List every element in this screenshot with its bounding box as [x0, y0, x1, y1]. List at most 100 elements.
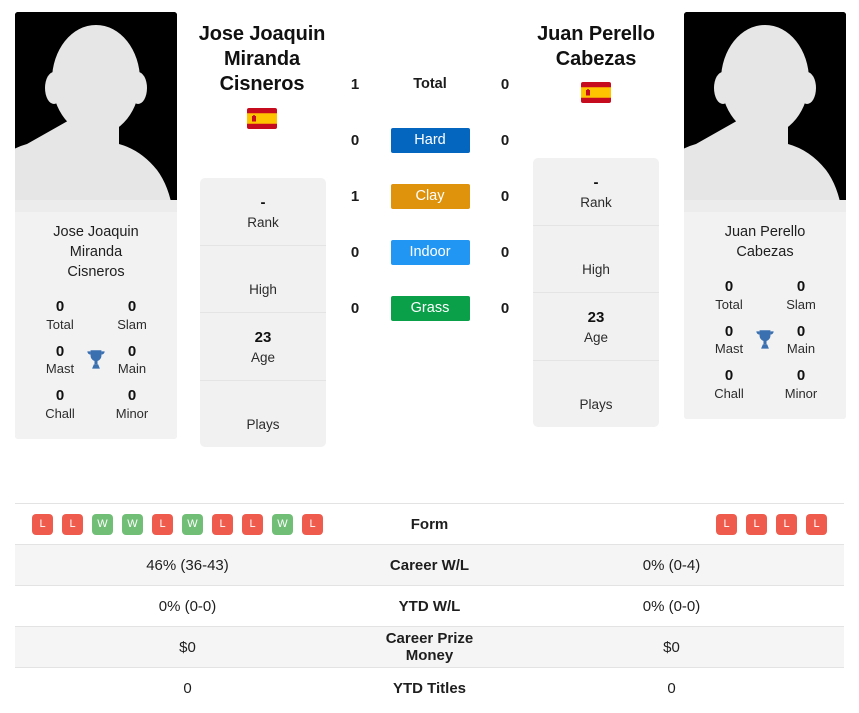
stat-label: Form — [410, 515, 449, 533]
titles-chall-right: 0 Chall — [700, 367, 758, 403]
info-rank-label: Rank — [580, 194, 612, 210]
titles-minor-right: 0 Minor — [772, 367, 830, 403]
info-age-label: Age — [250, 349, 276, 365]
form-badge-loss[interactable]: L — [776, 513, 797, 535]
info-age-left: 23 Age — [200, 313, 326, 382]
player-name-block-right: Juan Perello Cabezas — [522, 22, 670, 104]
titles-row: 0 Total 0 Slam — [21, 298, 171, 334]
info-high-value — [537, 240, 655, 261]
titles-minor-value: 0 — [796, 367, 806, 385]
titles-mast-label: Mast — [45, 361, 75, 377]
stat-value-left: $0 — [179, 638, 196, 656]
player-photo-left — [15, 12, 177, 212]
h2h-right-count: 0 — [500, 187, 510, 205]
info-high-value — [204, 260, 322, 281]
form-strip-left: LLWWLWLLWL — [15, 513, 360, 535]
titles-main-label: Main — [786, 341, 816, 357]
h2h-row-total: 1 Total 0 — [340, 56, 520, 112]
player-comparison-page: Jose Joaquin Miranda Cisneros 0 Total 0 … — [0, 0, 859, 713]
table-row: 0 YTD Titles 0 — [15, 667, 844, 709]
stat-label: Career Prize Money — [385, 630, 474, 664]
h2h-surface-label-indoor[interactable]: Indoor — [390, 239, 470, 265]
form-badge-loss[interactable]: L — [242, 513, 263, 535]
h2h-left-count: 0 — [350, 243, 360, 261]
head-to-head-surfaces: 1 Total 0 0 Hard 0 1 Clay 0 0 Indoor 0 0 Grass 0 — [340, 56, 520, 336]
info-high-label: High — [582, 261, 610, 277]
info-high-label: High — [249, 281, 277, 297]
info-rank-right: - Rank — [533, 158, 659, 226]
h2h-row-hard: 0 Hard 0 — [340, 112, 520, 168]
photo-name-line-3: Cisneros — [67, 264, 125, 280]
player-stats-table: L L W W L W L L W L Form L L L L 46% (36-43) Career W/L 0… — [15, 503, 844, 709]
player-title-line-1: Juan Perello — [537, 23, 655, 45]
comparison-header: Jose Joaquin Miranda Cisneros 0 Total 0 … — [0, 0, 859, 496]
player-card-left[interactable]: Jose Joaquin Miranda Cisneros 0 Total 0 … — [15, 12, 177, 439]
titles-row: 0 Chall 0 Minor — [21, 387, 171, 423]
titles-mast-left: 0 Mast — [31, 343, 89, 379]
form-badge-loss[interactable]: L — [62, 513, 83, 535]
player-title-line-2: Miranda — [224, 48, 300, 71]
titles-main-right: 0 Main — [772, 323, 830, 359]
form-badge-loss[interactable]: L — [302, 513, 323, 535]
titles-chall-left: 0 Chall — [31, 387, 89, 423]
titles-total-left: 0 Total — [31, 298, 89, 334]
form-badge-win[interactable]: W — [272, 513, 293, 535]
form-badge-loss[interactable]: L — [152, 513, 173, 535]
h2h-surface-label-grass[interactable]: Grass — [390, 295, 470, 321]
h2h-row-grass: 0 Grass 0 — [340, 280, 520, 336]
info-high-left: High — [200, 246, 326, 314]
titles-minor-value: 0 — [127, 387, 137, 405]
titles-chall-label: Chall — [45, 406, 75, 422]
form-badge-loss[interactable]: L — [32, 513, 53, 535]
form-badge-win[interactable]: W — [182, 513, 203, 535]
player-photo-right — [684, 12, 846, 212]
table-row: $0 Career Prize Money $0 — [15, 626, 844, 668]
form-badge-loss[interactable]: L — [716, 513, 737, 535]
h2h-row-clay: 1 Clay 0 — [340, 168, 520, 224]
form-badge-loss[interactable]: L — [212, 513, 233, 535]
info-plays-value — [204, 395, 322, 416]
stat-value-left: 0% (0-0) — [158, 597, 217, 615]
photo-name-line-2: Miranda — [69, 244, 123, 260]
h2h-surface-label-clay[interactable]: Clay — [390, 183, 470, 209]
titles-slam-left: 0 Slam — [103, 298, 161, 334]
player-info-card-right: - Rank High 23 Age Plays — [533, 158, 659, 428]
titles-minor-left: 0 Minor — [103, 387, 161, 423]
spain-flag-icon — [581, 82, 611, 104]
info-plays-right: Plays — [533, 361, 659, 427]
form-badge-win[interactable]: W — [122, 513, 143, 535]
player-card-right[interactable]: Juan Perello Cabezas 0 Total 0 Slam 0 Ma… — [684, 12, 846, 419]
table-row: 46% (36-43) Career W/L 0% (0-4) — [15, 544, 844, 586]
titles-chall-value: 0 — [724, 367, 734, 385]
titles-mast-right: 0 Mast — [700, 323, 758, 359]
info-plays-value — [537, 375, 655, 396]
form-badge-win[interactable]: W — [92, 513, 113, 535]
stat-value-left: 46% (36-43) — [146, 556, 229, 574]
titles-main-label: Main — [117, 361, 147, 377]
h2h-surface-label-hard[interactable]: Hard — [390, 127, 470, 153]
trophy-icon — [87, 350, 105, 370]
form-badge-loss[interactable]: L — [746, 513, 767, 535]
info-age-value: 23 — [254, 329, 272, 347]
form-badge-loss[interactable]: L — [806, 513, 827, 535]
player-photo-name-left: Jose Joaquin Miranda Cisneros — [15, 212, 177, 294]
stat-label: YTD Titles — [392, 679, 467, 697]
titles-minor-label: Minor — [115, 406, 149, 422]
titles-mast-value: 0 — [55, 342, 65, 360]
titles-total-label: Total — [46, 316, 74, 332]
titles-total-value: 0 — [724, 278, 734, 295]
player-title-line-1: Jose Joaquin — [198, 23, 326, 45]
info-plays-left: Plays — [200, 381, 326, 447]
titles-row: 0 Mast 0 Main — [21, 343, 171, 379]
h2h-row-indoor: 0 Indoor 0 — [340, 224, 520, 280]
titles-slam-label: Slam — [786, 296, 816, 312]
table-row: L L W W L W L L W L Form L L L L — [15, 503, 844, 545]
titles-mast-value: 0 — [724, 322, 734, 340]
titles-total-label: Total — [715, 296, 743, 312]
info-plays-label: Plays — [246, 417, 280, 433]
stat-value-right: $0 — [663, 638, 680, 656]
stat-value-right: 0% (0-0) — [642, 597, 701, 615]
h2h-surface-label-total: Total — [413, 75, 447, 92]
titles-slam-label: Slam — [117, 316, 147, 332]
titles-row: 0 Chall 0 Minor — [690, 367, 840, 403]
